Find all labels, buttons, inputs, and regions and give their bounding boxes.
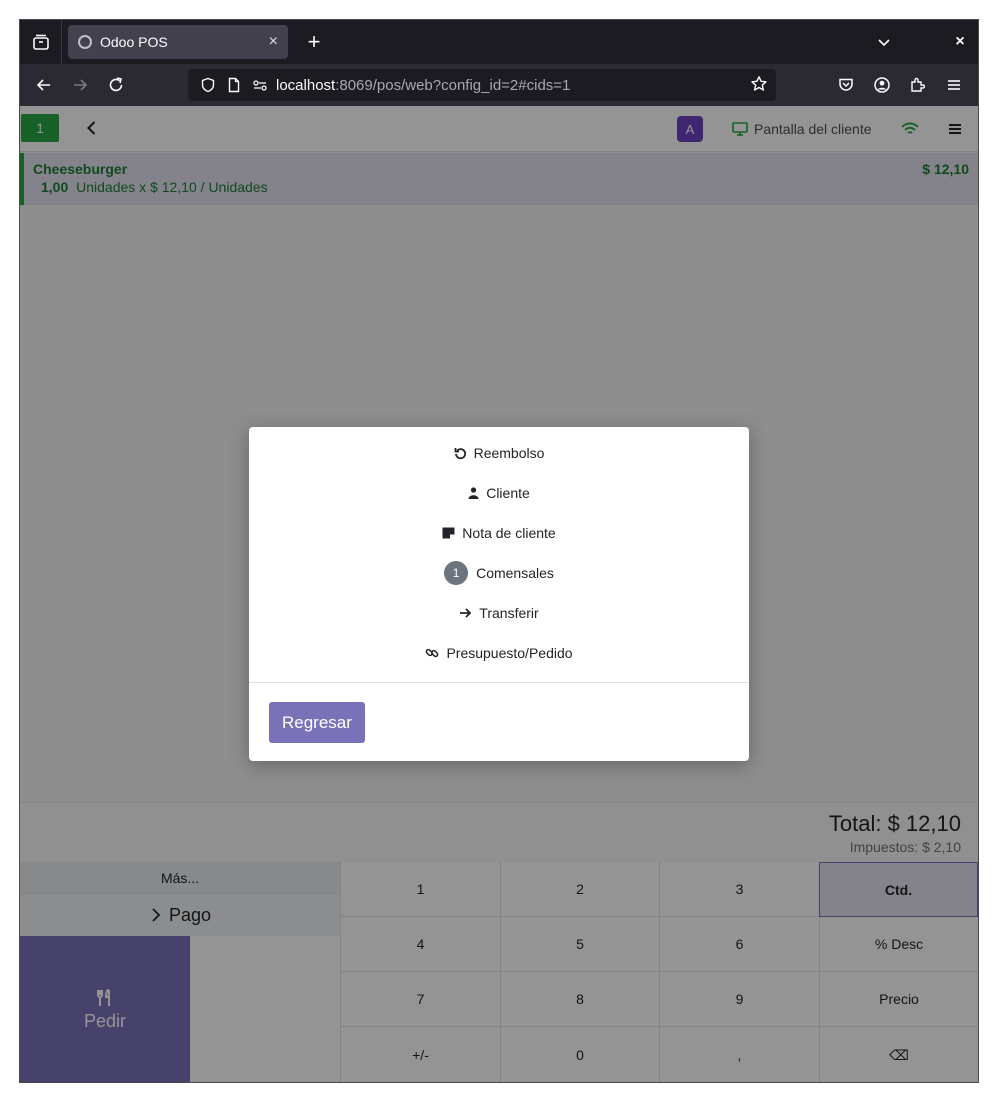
link-icon	[425, 646, 439, 660]
tab-list-icon	[32, 34, 49, 50]
navigation-bar: localhost:8069/pos/web?config_id=2#cids=…	[20, 64, 978, 106]
arrow-right-icon	[74, 79, 88, 91]
refund-label: Reembolso	[473, 445, 545, 461]
back-nav-button[interactable]	[30, 71, 58, 99]
pocket-button[interactable]	[832, 71, 860, 99]
pocket-icon	[839, 78, 853, 91]
extensions-button[interactable]	[904, 71, 932, 99]
tab-list-button[interactable]	[20, 20, 62, 64]
guests-label: Comensales	[476, 565, 554, 581]
bookmark-star-icon[interactable]	[750, 75, 768, 97]
customer-note-label: Nota de cliente	[462, 525, 556, 541]
quotation-order-button[interactable]: Presupuesto/Pedido	[249, 633, 749, 673]
guest-count-badge: 1	[444, 561, 469, 585]
tab-overflow-button[interactable]	[872, 30, 896, 54]
url-bar[interactable]: localhost:8069/pos/web?config_id=2#cids=…	[188, 69, 776, 101]
modal-footer: Regresar	[249, 682, 749, 761]
forward-nav-button[interactable]	[66, 71, 94, 99]
shield-icon	[198, 75, 218, 95]
control-buttons-popup: Reembolso Cliente Nota de cliente 1 Come…	[249, 427, 749, 761]
transfer-button[interactable]: Transferir	[249, 593, 749, 633]
new-tab-button[interactable]: +	[300, 28, 328, 56]
browser-window: Odoo POS × + × localhost:8069/pos/web?c…	[19, 19, 979, 1083]
tab-close-icon[interactable]: ×	[269, 33, 278, 51]
customer-note-button[interactable]: Nota de cliente	[249, 513, 749, 553]
arrow-left-icon	[36, 79, 50, 91]
tab-bar: Odoo POS × + ×	[20, 20, 978, 64]
pos-app: 1 A Pantalla del cliente Cheeseburger $ …	[20, 106, 978, 1082]
hamburger-icon	[948, 80, 960, 90]
window-close-button[interactable]: ×	[948, 30, 972, 54]
url-path: :8069/pos/web?config_id=2#cids=1	[335, 76, 571, 94]
note-icon	[442, 527, 455, 539]
account-icon	[874, 77, 890, 93]
account-button[interactable]	[868, 71, 896, 99]
quotation-order-label: Presupuesto/Pedido	[446, 645, 573, 661]
url-host: localhost	[276, 76, 336, 94]
modal-backdrop[interactable]: Reembolso Cliente Nota de cliente 1 Come…	[20, 106, 978, 1082]
customer-label: Cliente	[486, 485, 530, 501]
tab-title: Odoo POS	[100, 34, 168, 50]
chevron-down-icon	[878, 39, 890, 47]
odoo-favicon-icon	[78, 35, 92, 49]
browser-tab[interactable]: Odoo POS ×	[68, 25, 288, 59]
guests-button[interactable]: 1 Comensales	[249, 553, 749, 593]
refund-button[interactable]: Reembolso	[249, 433, 749, 473]
return-button[interactable]: Regresar	[269, 702, 365, 743]
customer-button[interactable]: Cliente	[249, 473, 749, 513]
user-icon	[468, 487, 479, 499]
extensions-icon	[911, 77, 926, 92]
transfer-label: Transferir	[479, 605, 539, 621]
reload-icon	[109, 77, 123, 92]
arrow-right-icon	[459, 607, 472, 619]
reload-button[interactable]	[102, 71, 130, 99]
app-menu-button[interactable]	[940, 71, 968, 99]
undo-icon	[454, 447, 467, 460]
permissions-icon	[250, 75, 270, 95]
page-icon	[224, 75, 244, 95]
